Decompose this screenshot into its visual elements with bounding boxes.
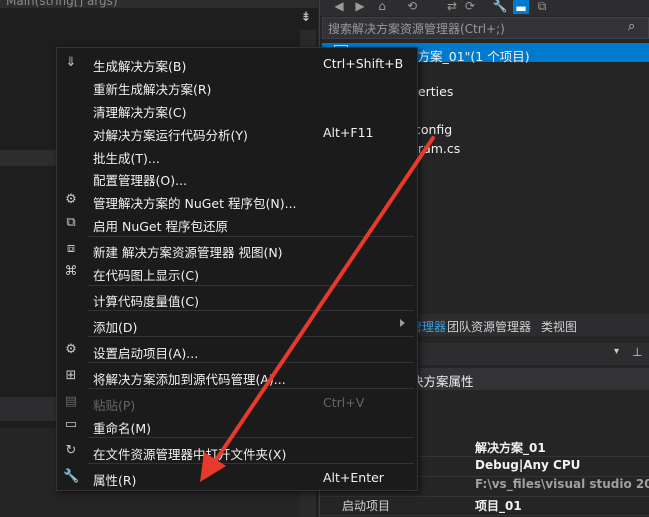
property-value[interactable]: 项目_01 — [475, 497, 522, 514]
build-icon: ⇓ — [65, 55, 77, 70]
menu-item-label: 配置管理器(O)... — [93, 173, 188, 188]
menu-item-rename[interactable]: ▭ 重命名(M) — [57, 414, 417, 436]
menu-item-label: 计算代码度量值(C) — [93, 294, 199, 309]
pin-icon[interactable]: ⊥ — [632, 345, 642, 359]
menu-item-open-in-file-explorer[interactable]: ↻ 在文件资源管理器中打开文件夹(X) — [57, 440, 417, 462]
menu-item-label: 在文件资源管理器中打开文件夹(X) — [93, 447, 287, 462]
menu-separator — [88, 236, 414, 237]
menu-separator — [88, 388, 414, 389]
dropdown-icon[interactable]: ▾ — [614, 346, 619, 357]
menu-item-shortcut: Ctrl+Shift+B — [323, 56, 404, 71]
menu-item-label: 将解决方案添加到源代码管理(A)... — [93, 372, 286, 387]
refresh-icon[interactable]: ⟳ — [462, 0, 478, 14]
menu-item-label: 清理解决方案(C) — [93, 105, 187, 120]
menu-separator — [88, 336, 414, 337]
property-name: 启动项目 — [342, 499, 391, 513]
menu-item-show-on-code-map[interactable]: ⌘ 在代码图上显示(C) — [57, 261, 417, 283]
submenu-arrow-icon — [400, 319, 405, 327]
menu-item-build-solution[interactable]: ⇓ 生成解决方案(B) Ctrl+Shift+B — [57, 52, 417, 74]
menu-separator — [88, 463, 414, 464]
preview-icon[interactable]: ▬ — [513, 0, 529, 15]
menu-item-label: 生成解决方案(B) — [93, 59, 187, 74]
property-value[interactable]: F:\vs_files\visual studio 2013 — [475, 477, 649, 491]
menu-item-shortcut: Ctrl+V — [323, 395, 365, 410]
solution-explorer-toolbar — [320, 0, 649, 16]
menu-item-label: 在代码图上显示(C) — [93, 268, 199, 283]
menu-item-set-startup-projects[interactable]: ⚙ 设置启动项目(A)... — [57, 339, 417, 361]
menu-item-label: 添加(D) — [93, 320, 138, 335]
menu-item-enable-package-restore[interactable]: ⧉ 启用 NuGet 程序包还原 — [57, 212, 417, 234]
menu-separator — [88, 362, 414, 363]
gear-icon: ⚙ — [65, 342, 77, 357]
source-control-icon: ⊞ — [65, 368, 77, 383]
properties-title: 决方案属性 — [411, 374, 474, 389]
menu-item-rebuild-solution[interactable]: 重新生成解决方案(R) — [57, 75, 417, 97]
code-map-icon: ⌘ — [64, 264, 78, 279]
menu-item-shortcut: Alt+F11 — [323, 125, 374, 140]
history-icon[interactable]: ⟲ — [404, 0, 420, 14]
menu-item-label: 启用 NuGet 程序包还原 — [93, 219, 228, 234]
rename-icon: ▭ — [64, 417, 78, 432]
menu-item-calculate-code-metrics[interactable]: 计算代码度量值(C) — [57, 287, 417, 309]
method-dropdown[interactable]: Main(string[] args) — [6, 0, 118, 8]
menu-item-label: 管理解决方案的 NuGet 程序包(N)... — [93, 196, 297, 211]
solution-node-label: 决方案_01"(1 个项目) — [405, 49, 530, 64]
menu-item-label: 重新生成解决方案(R) — [93, 82, 212, 97]
refresh-icon: ↻ — [65, 443, 77, 458]
forward-icon[interactable]: ▶ — [352, 0, 368, 14]
sync-icon[interactable]: ⇄ — [444, 0, 460, 14]
menu-separator — [88, 437, 414, 438]
property-value[interactable]: Debug|Any CPU — [475, 458, 580, 472]
new-view-icon: ⧈ — [66, 241, 76, 256]
menu-item-batch-build[interactable]: 批生成(T)... — [57, 144, 417, 166]
menu-item-paste[interactable]: ▤ 粘贴(P) Ctrl+V — [57, 391, 417, 413]
property-value[interactable]: 解决方案_01 — [475, 439, 546, 456]
menu-item-shortcut: Alt+Enter — [323, 470, 384, 485]
menu-item-label: 设置启动项目(A)... — [93, 346, 199, 361]
search-placeholder: 搜索解决方案资源管理器(Ctrl+;) — [328, 22, 505, 36]
tab-team-explorer[interactable]: 团队资源管理器 — [447, 318, 531, 335]
menu-item-add-to-source-control[interactable]: ⊞ 将解决方案添加到源代码管理(A)... — [57, 365, 417, 387]
menu-separator — [88, 285, 414, 286]
back-icon[interactable]: ◀ — [331, 0, 347, 14]
menu-item-manage-nuget[interactable]: ⚙ 管理解决方案的 NuGet 程序包(N)... — [57, 189, 417, 211]
menu-item-properties[interactable]: 🔧 属性(R) Alt+Enter — [57, 466, 417, 488]
menu-item-label: 属性(R) — [93, 473, 137, 488]
menu-item-new-explorer-view[interactable]: ⧈ 新建 解决方案资源管理器 视图(N) — [57, 238, 417, 260]
properties-icon[interactable]: 🔧 — [492, 0, 508, 14]
class-diagram-icon[interactable]: ⧉ — [534, 0, 550, 14]
search-icon[interactable]: ⌕ — [628, 19, 635, 34]
wrench-icon: 🔧 — [63, 469, 80, 484]
menu-item-label: 粘贴(P) — [93, 398, 136, 413]
menu-item-add[interactable]: 添加(D) — [57, 313, 417, 335]
menu-item-label: 批生成(T)... — [93, 151, 160, 166]
menu-item-label: 对解决方案运行代码分析(Y) — [93, 128, 248, 143]
menu-item-label: 新建 解决方案资源管理器 视图(N) — [93, 245, 283, 260]
nuget-icon: ⚙ — [65, 192, 77, 207]
menu-separator — [88, 310, 414, 311]
menu-item-configuration-manager[interactable]: 配置管理器(O)... — [57, 166, 417, 188]
package-restore-icon: ⧉ — [66, 215, 76, 230]
menu-item-run-code-analysis[interactable]: 对解决方案运行代码分析(Y) Alt+F11 — [57, 121, 417, 143]
split-editor-icon[interactable]: ⇟ — [299, 10, 313, 26]
home-icon[interactable]: ⌂ — [374, 0, 390, 14]
menu-item-clean-solution[interactable]: 清理解决方案(C) — [57, 98, 417, 120]
menu-item-label: 重命名(M) — [93, 421, 152, 436]
tab-class-view[interactable]: 类视图 — [541, 318, 577, 335]
paste-icon: ▤ — [64, 394, 78, 409]
